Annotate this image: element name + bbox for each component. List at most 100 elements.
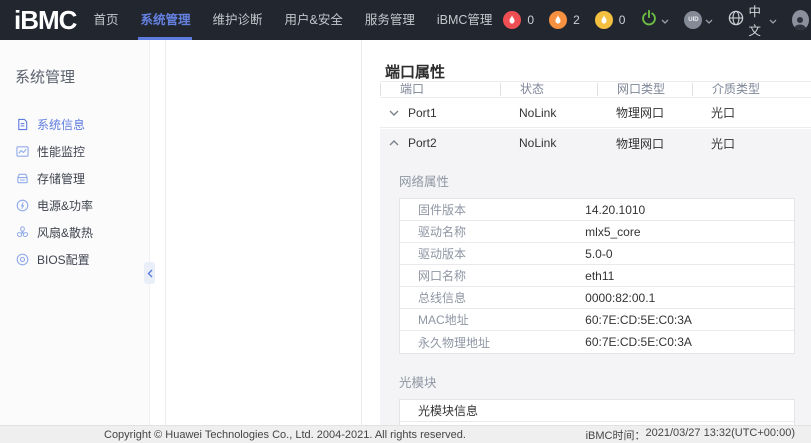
sidebar-item-label: 系统信息	[37, 116, 85, 133]
content-list-panel	[165, 40, 362, 425]
sidebar-item-power[interactable]: 电源&功率	[0, 192, 149, 219]
media-type: 光口	[692, 104, 811, 121]
prop-label: 永久物理地址	[400, 334, 585, 351]
network-properties-section-title: 网络属性	[399, 171, 795, 190]
sidebar-item-performance-monitoring[interactable]: 性能监控	[0, 138, 149, 165]
sidebar-item-label: 性能监控	[37, 143, 85, 160]
major-alarm-count: 2	[573, 13, 580, 27]
minor-alarm-button[interactable]: 0	[595, 11, 626, 29]
uid-icon: UID	[684, 11, 702, 29]
nav-item-home[interactable]: 首页	[82, 0, 129, 40]
expand-chevron-down-icon[interactable]	[389, 110, 400, 116]
nav-item-maintenance-diagnostics[interactable]: 维护诊断	[201, 0, 273, 40]
port-type: 物理网口	[597, 135, 692, 152]
nav-item-system-management[interactable]: 系统管理	[129, 0, 201, 40]
sidebar-item-label: 存储管理	[37, 170, 85, 187]
table-row: 永久物理地址 60:7E:CD:5E:C0:3A	[400, 331, 794, 353]
port2-details: 网络属性 固件版本 14.20.1010 驱动名称 mlx5_core 驱动版本…	[380, 171, 811, 425]
chevron-down-icon	[661, 11, 669, 29]
minor-alarm-count: 0	[619, 13, 626, 27]
table-row: 固件版本 14.20.1010	[400, 199, 794, 221]
collapse-chevron-up-icon[interactable]	[389, 140, 400, 146]
nav-item-service-management[interactable]: 服务管理	[354, 0, 426, 40]
ibmc-time-value: 2021/03/27 13:32(UTC+00:00)	[645, 427, 795, 443]
major-flame-icon	[549, 11, 567, 29]
bios-icon	[15, 253, 29, 267]
port-type: 物理网口	[597, 104, 692, 121]
prop-label: 驱动名称	[400, 223, 585, 240]
sidebar-item-label: 电源&功率	[37, 197, 93, 214]
sidebar-system-management: 系统管理 系统信息 性能监控 存储管理	[0, 40, 150, 425]
sidebar-menu: 系统信息 性能监控 存储管理 电源&功率	[0, 111, 149, 273]
prop-value: eth11	[585, 269, 614, 283]
port-table: 端口 状态 网口类型 介质类型 Port1 NoLink 物理网口 光口	[380, 81, 811, 128]
page-footer: Copyright © Huawei Technologies Co., Ltd…	[0, 425, 811, 443]
table-row: 驱动名称 mlx5_core	[400, 221, 794, 243]
major-alarm-button[interactable]: 2	[549, 11, 580, 29]
prop-label: 网口名称	[400, 267, 585, 284]
nav-item-user-security[interactable]: 用户&安全	[273, 0, 353, 40]
prop-value: 5.0-0	[585, 247, 612, 261]
sidebar-item-fans-cooling[interactable]: 风扇&散热	[0, 219, 149, 246]
prop-value: 60:7E:CD:5E:C0:3A	[585, 335, 692, 349]
ibmc-time: iBMC时间： 2021/03/27 13:32(UTC+00:00)	[586, 427, 795, 443]
top-navbar: iBMC 首页 系统管理 维护诊断 用户&安全 服务管理 iBMC管理 0 2	[0, 0, 811, 40]
network-properties-table: 固件版本 14.20.1010 驱动名称 mlx5_core 驱动版本 5.0-…	[399, 198, 795, 354]
optical-module-info-header: 光模块信息	[400, 400, 794, 422]
chevron-down-icon	[705, 11, 713, 29]
optical-module-table: 光模块信息 厂商 WTD 序列号 HN205200110043	[399, 399, 795, 425]
media-type: 光口	[692, 135, 811, 152]
column-header-status: 状态	[500, 83, 597, 96]
document-icon	[15, 118, 29, 132]
user-avatar[interactable]	[792, 10, 809, 30]
critical-alarm-button[interactable]: 0	[503, 11, 534, 29]
power-icon	[640, 9, 658, 32]
prop-label: 总线信息	[400, 289, 585, 306]
chart-icon	[15, 145, 29, 159]
prop-value: 14.20.1010	[585, 203, 645, 217]
minor-flame-icon	[595, 11, 613, 29]
port-status: NoLink	[500, 106, 597, 120]
language-dropdown[interactable]: 中文	[728, 1, 776, 39]
port-properties-panel: 端口属性 端口 状态 网口类型 介质类型 Port1 NoLink 物理网口 光…	[363, 40, 811, 425]
port-status: NoLink	[500, 136, 597, 150]
table-row: 总线信息 0000:82:00.1	[400, 287, 794, 309]
critical-flame-icon	[503, 11, 521, 29]
uid-dropdown[interactable]: UID	[684, 11, 713, 29]
nav-item-ibmc-management[interactable]: iBMC管理	[426, 0, 504, 40]
column-header-media-type: 介质类型	[692, 83, 811, 96]
prop-value: 60:7E:CD:5E:C0:3A	[585, 313, 692, 327]
fan-icon	[15, 226, 29, 240]
table-row: MAC地址 60:7E:CD:5E:C0:3A	[400, 309, 794, 331]
critical-alarm-count: 0	[527, 13, 534, 27]
sidebar-title: 系统管理	[15, 66, 149, 87]
sidebar-item-bios-config[interactable]: BIOS配置	[0, 246, 149, 273]
main-nav: 首页 系统管理 维护诊断 用户&安全 服务管理 iBMC管理	[82, 0, 503, 40]
sidebar-item-label: BIOS配置	[37, 251, 90, 268]
ibmc-page: iBMC 首页 系统管理 维护诊断 用户&安全 服务管理 iBMC管理 0 2	[0, 0, 811, 443]
table-row: 驱动版本 5.0-0	[400, 243, 794, 265]
power-meter-icon	[15, 199, 29, 213]
sidebar-collapse-button[interactable]	[144, 262, 155, 284]
port-name: Port1	[408, 106, 437, 120]
sidebar-item-system-info[interactable]: 系统信息	[0, 111, 149, 138]
language-label: 中文	[748, 1, 765, 39]
power-control-dropdown[interactable]	[640, 9, 669, 32]
column-header-port: 端口	[380, 83, 500, 96]
chevron-down-icon	[769, 11, 777, 29]
table-row-port2[interactable]: Port2 NoLink 物理网口 光口	[380, 129, 811, 157]
table-row-port1[interactable]: Port1 NoLink 物理网口 光口	[380, 98, 811, 128]
column-header-port-type: 网口类型	[597, 83, 692, 96]
optical-module-section-title: 光模块	[399, 372, 795, 391]
copyright-text: Copyright © Huawei Technologies Co., Ltd…	[104, 429, 466, 441]
prop-value: mlx5_core	[585, 225, 640, 239]
port-name: Port2	[408, 136, 437, 150]
sidebar-item-storage-management[interactable]: 存储管理	[0, 165, 149, 192]
table-row: 网口名称 eth11	[400, 265, 794, 287]
storage-icon	[15, 172, 29, 186]
prop-label: 驱动版本	[400, 245, 585, 262]
navbar-right-tools: 0 2 0	[503, 1, 811, 39]
page-title: 端口属性	[385, 61, 445, 82]
sidebar-item-label: 风扇&散热	[37, 224, 93, 241]
prop-label: MAC地址	[400, 311, 585, 328]
